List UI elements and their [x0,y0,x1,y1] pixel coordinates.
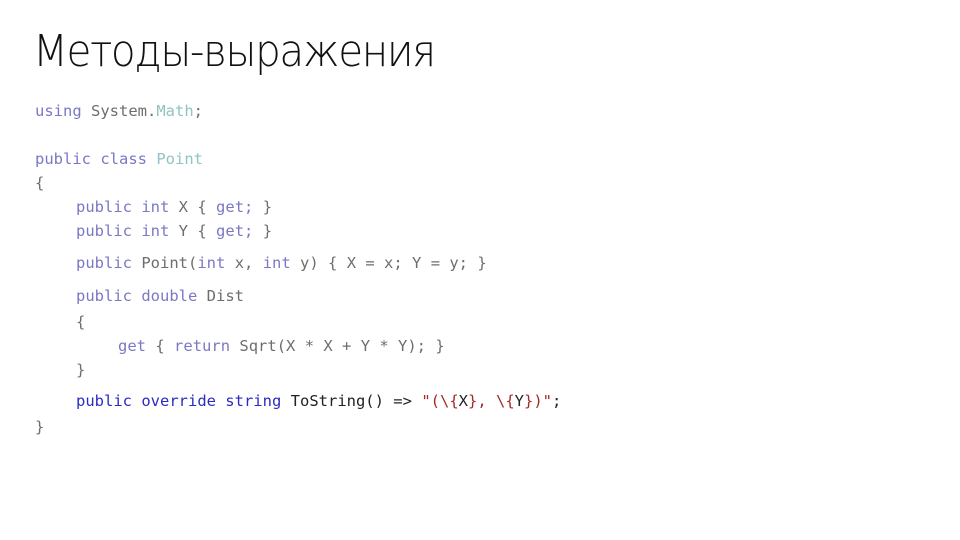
accessor: get; [216,198,254,216]
brace: { [155,337,165,355]
prop-name: Y [178,222,189,240]
brace: } [76,361,86,379]
type-name: Math [156,102,194,120]
code-line-close-brace-2: } [76,360,85,380]
keyword: get [118,337,146,355]
code-line-prop-y: public int Y { get; } [76,221,272,241]
keyword: int [262,254,291,272]
code-line-close-brace: } [35,417,44,437]
ctor-body: y) { X = x; Y = y; } [300,254,487,272]
keyword: using [35,102,82,120]
code-line-tostring: public override string ToString() => "(\… [76,391,561,411]
brace: { [35,174,45,192]
interpolation: X [458,392,468,410]
brace: { [197,198,207,216]
keyword: public [76,254,132,272]
ctor-name: Point( [141,254,198,272]
keyword: public double [76,287,198,305]
code-line-getter: get { return Sqrt(X * X + Y * Y); } [118,336,445,356]
code-line-using: using System.Math; [35,101,203,121]
brace: } [262,222,273,240]
semicolon: ; [193,102,204,120]
param: x, [234,254,254,272]
string-literal: })" [524,392,553,410]
brace: } [262,198,273,216]
keyword: public int [76,198,170,216]
keyword: int [197,254,226,272]
semicolon: ; [552,392,562,410]
code-line-prop-x: public int X { get; } [76,197,272,217]
code-line-open-brace: { [35,173,44,193]
slide-title: Методы-выражения [33,26,436,77]
keyword: public class [35,150,147,168]
brace: { [76,313,86,331]
namespace: System. [91,102,157,120]
class-name: Point [156,150,203,168]
prop-name: X [178,198,189,216]
string-literal: }, \{ [468,392,515,410]
method-name: ToString() => [290,392,412,410]
code-line-open-brace-2: { [76,312,85,332]
string-literal: "(\{ [421,392,459,410]
code-block: using System.Math; public class Point { … [35,0,561,436]
keyword: return [174,337,231,355]
code-line-class: public class Point [35,149,203,169]
accessor: get; [216,222,254,240]
expression: Sqrt(X * X + Y * Y); } [239,337,445,355]
brace: } [35,418,45,436]
code-line-dist: public double Dist [76,286,244,306]
keyword: public int [76,222,170,240]
brace: { [197,222,207,240]
prop-name: Dist [206,287,244,305]
interpolation: Y [514,392,525,410]
keyword: public override string [76,392,282,410]
code-line-ctor: public Point(int x, int y) { X = x; Y = … [76,253,487,273]
